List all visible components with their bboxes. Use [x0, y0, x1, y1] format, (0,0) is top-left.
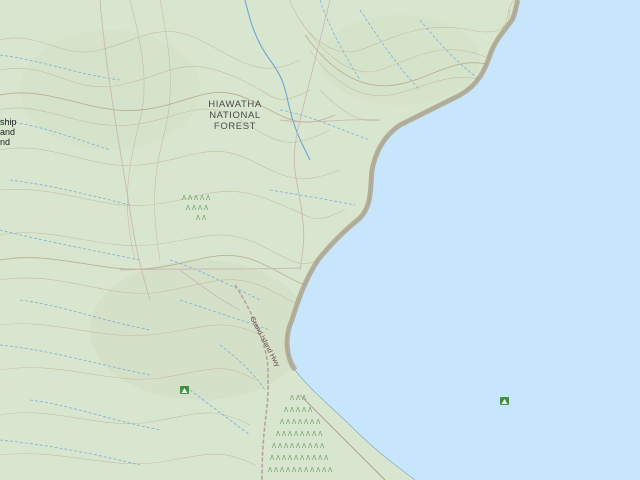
svg-text:ᐱ ᐱ ᐱ ᐱ ᐱ ᐱ ᐱ ᐱ ᐱ ᐱ ᐱ: ᐱ ᐱ ᐱ ᐱ ᐱ ᐱ ᐱ ᐱ ᐱ ᐱ ᐱ	[268, 467, 333, 474]
edge-label-line-1: ship	[0, 117, 17, 127]
edge-label-line-3: nd	[0, 137, 10, 147]
forest-label: HIAWATHA NATIONAL FOREST	[208, 99, 262, 132]
svg-text:ᐱ ᐱ ᐱ ᐱ ᐱ: ᐱ ᐱ ᐱ ᐱ ᐱ	[284, 407, 313, 414]
forest-label-line-1: HIAWATHA	[208, 99, 262, 110]
svg-text:ᐱ ᐱ ᐱ ᐱ ᐱ ᐱ ᐱ ᐱ ᐱ ᐱ: ᐱ ᐱ ᐱ ᐱ ᐱ ᐱ ᐱ ᐱ ᐱ ᐱ	[270, 455, 329, 462]
forest-label-line-2: NATIONAL	[209, 110, 261, 121]
svg-text:ᐱ ᐱ ᐱ ᐱ ᐱ ᐱ ᐱ: ᐱ ᐱ ᐱ ᐱ ᐱ ᐱ ᐱ	[280, 419, 321, 426]
svg-text:ᐱ ᐱ ᐱ ᐱ ᐱ: ᐱ ᐱ ᐱ ᐱ ᐱ	[182, 195, 211, 202]
campground-icon[interactable]	[500, 397, 509, 405]
campground-icon[interactable]	[180, 386, 189, 394]
edge-label-line-2: and	[0, 127, 15, 137]
svg-text:ᐱ ᐱ ᐱ: ᐱ ᐱ ᐱ	[290, 395, 307, 402]
svg-text:ᐱ ᐱ: ᐱ ᐱ	[196, 215, 207, 222]
topographic-map[interactable]: ᐱ ᐱ ᐱ ᐱ ᐱ ᐱ ᐱ ᐱ ᐱ ᐱ ᐱ ᐱ ᐱ ᐱ ᐱ ᐱ ᐱ ᐱ ᐱ ᐱ …	[0, 0, 640, 480]
svg-text:ᐱ ᐱ ᐱ ᐱ ᐱ ᐱ ᐱ ᐱ: ᐱ ᐱ ᐱ ᐱ ᐱ ᐱ ᐱ ᐱ	[276, 431, 323, 438]
forest-label-line-3: FOREST	[214, 121, 256, 132]
svg-text:ᐱ ᐱ ᐱ ᐱ: ᐱ ᐱ ᐱ ᐱ	[186, 205, 209, 212]
svg-text:ᐱ ᐱ ᐱ ᐱ ᐱ ᐱ ᐱ ᐱ ᐱ: ᐱ ᐱ ᐱ ᐱ ᐱ ᐱ ᐱ ᐱ ᐱ	[272, 443, 325, 450]
